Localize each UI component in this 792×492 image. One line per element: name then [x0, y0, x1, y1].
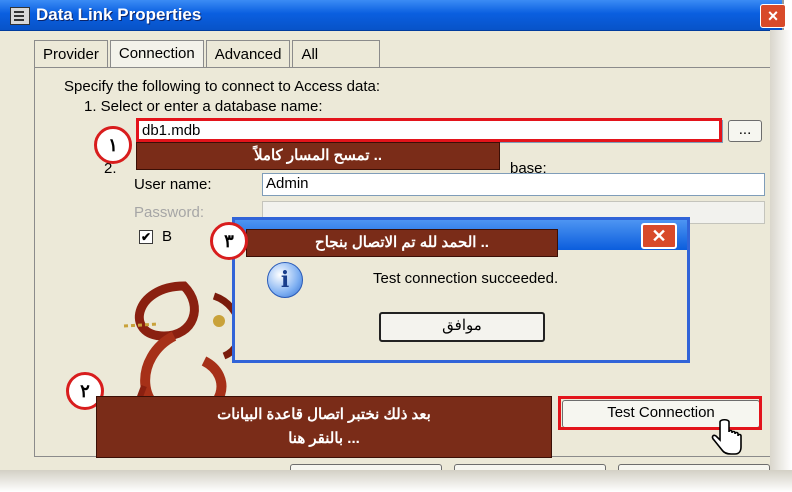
- information-icon: i: [267, 262, 303, 298]
- annotation-badge-1: ١: [94, 126, 132, 164]
- blank-password-label: B: [162, 228, 173, 245]
- hand-cursor-icon: [711, 418, 742, 455]
- title-bar[interactable]: Data Link Properties ×: [0, 0, 786, 31]
- window-title: Data Link Properties: [36, 5, 202, 24]
- step1-label: 1. Select or enter a database name:: [84, 98, 323, 115]
- annotation-badge-3: ٣: [210, 222, 248, 260]
- tab-all[interactable]: All: [292, 40, 381, 69]
- tab-advanced[interactable]: Advanced: [205, 40, 291, 69]
- tab-provider[interactable]: Provider: [34, 40, 108, 69]
- annotation-banner-2-line2: بالنقر هنا ...: [288, 430, 360, 447]
- browse-button[interactable]: ...: [728, 120, 762, 142]
- annotation-banner-2: بعد ذلك نختبر اتصال قاعدة البيانات بالنق…: [96, 396, 552, 458]
- tab-strip: Provider Connection Advanced All: [34, 40, 382, 70]
- intro-text: Specify the following to connect to Acce…: [64, 78, 381, 95]
- message-box-close-icon[interactable]: ✕: [641, 223, 677, 249]
- blank-password-checkbox[interactable]: ✔: [139, 230, 153, 244]
- annotation-banner-2-line1: بعد ذلك نختبر اتصال قاعدة البيانات: [217, 406, 431, 423]
- annotation-banner-1: تمسح المسار كاملاً ..: [136, 142, 500, 170]
- data-link-icon: [10, 7, 30, 25]
- message-ok-button[interactable]: موافق: [379, 312, 545, 342]
- window-right-shadow: [770, 30, 792, 492]
- password-label: Password:: [134, 204, 205, 221]
- window-bottom-shadow: [0, 470, 792, 492]
- tab-connection[interactable]: Connection: [109, 40, 204, 70]
- close-icon[interactable]: ×: [760, 4, 786, 28]
- database-highlight-frame: [136, 118, 722, 142]
- annotation-banner-3: الحمد لله تم الاتصال بنجاح ..: [246, 229, 558, 257]
- username-label: User name:: [134, 176, 212, 193]
- username-input[interactable]: Admin: [262, 173, 765, 196]
- message-text: Test connection succeeded.: [373, 270, 559, 287]
